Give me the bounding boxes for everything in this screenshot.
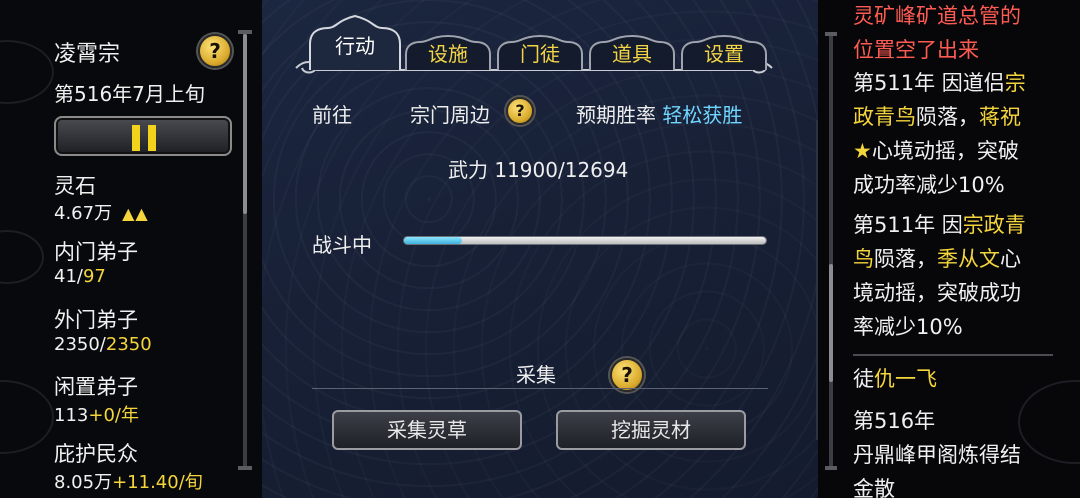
gather-title: 采集: [516, 363, 556, 387]
cloud-ornament: [0, 230, 44, 284]
tab-items[interactable]: 道具: [588, 34, 676, 70]
log-scrollbar[interactable]: [829, 36, 833, 468]
battle-progress-fill: [404, 237, 462, 244]
log-entry: 第516年 丹鼎峰甲阁炼得结 金散: [853, 409, 1021, 498]
inner-disciples-label: 内门弟子: [54, 240, 138, 264]
win-rate-value: 轻松获胜: [662, 103, 743, 127]
battle-progress-bar: [404, 237, 766, 244]
destination-value[interactable]: 宗门周边: [410, 99, 490, 128]
battle-status-label: 战斗中: [312, 233, 372, 257]
outer-disciples-label: 外门弟子: [54, 308, 138, 332]
log-divider: [853, 354, 1053, 356]
scrollbar-cap: [238, 466, 252, 470]
section-divider: [312, 388, 768, 389]
scrollbar-thumb[interactable]: [243, 34, 247, 214]
sidebar-scrollbar[interactable]: [243, 34, 247, 466]
win-rate: 预期胜率 轻松获胜: [576, 103, 743, 127]
idle-disciples-label: 闲置弟子: [54, 375, 138, 399]
star-icon: ★: [853, 139, 872, 163]
tab-facilities[interactable]: 设施: [404, 34, 492, 70]
log-headline: 灵矿峰矿道总管的 位置空了出来: [853, 4, 1021, 62]
log-disciple-header: 徒仇一飞: [853, 367, 937, 391]
scrollbar-cap: [238, 30, 252, 34]
up-trend-icon: ▲▲: [122, 204, 149, 223]
force-value: 武力 11900/12694: [448, 158, 629, 182]
action-panel: 行动 设施 门徒 道具 设置 前往 宗门周边 ? 预期胜率 轻松获胜 武力 11…: [262, 0, 818, 498]
cloud-ornament: [0, 40, 54, 104]
help-icon[interactable]: ?: [610, 358, 644, 392]
tab-disciples[interactable]: 门徒: [496, 34, 584, 70]
scrollbar-cap: [825, 466, 837, 470]
spirit-stone-value: 4.67万 ▲▲: [54, 203, 149, 224]
scrollbar-thumb[interactable]: [829, 264, 833, 382]
pause-icon: [148, 125, 156, 151]
event-log-panel: 灵矿峰矿道总管的 位置空了出来 第511年 因道侣宗 政青鸟陨落，蒋祝 ★心境动…: [818, 0, 1080, 498]
status-sidebar: 凌霄宗 ? 第516年7月上旬 灵石 4.67万 ▲▲ 内门弟子 41/97 外门…: [0, 0, 262, 498]
tab-settings[interactable]: 设置: [680, 34, 768, 70]
sect-name: 凌霄宗: [54, 42, 121, 67]
disciple-name[interactable]: 仇一飞: [874, 367, 937, 391]
help-icon[interactable]: ?: [506, 97, 534, 125]
game-date: 第516年7月上旬: [54, 82, 205, 106]
inner-disciples-value: 41/97: [54, 266, 106, 287]
outer-disciples-value: 2350/2350: [54, 334, 152, 355]
idle-disciples-value: 113+0/年: [54, 405, 139, 426]
protected-people-value: 8.05万+11.40/旬: [54, 472, 203, 493]
gather-herbs-button[interactable]: 采集灵草: [332, 410, 522, 450]
cloud-ornament: [0, 380, 54, 454]
dig-materials-button[interactable]: 挖掘灵材: [556, 410, 746, 450]
spirit-stone-label: 灵石: [54, 174, 96, 198]
pause-button[interactable]: [54, 116, 232, 156]
help-icon[interactable]: ?: [198, 34, 232, 68]
log-entry: 第511年 因宗政青 鸟陨落，季从文心 境动摇，突破成功 率减少10%: [853, 213, 1026, 339]
log-entry: 第511年 因道侣宗 政青鸟陨落，蒋祝 ★心境动摇，突破 成功率减少10%: [853, 71, 1026, 197]
pause-icon: [132, 125, 140, 151]
protected-people-label: 庇护民众: [54, 442, 138, 466]
tab-action[interactable]: 行动: [308, 14, 402, 70]
goto-label: 前往: [312, 103, 352, 127]
